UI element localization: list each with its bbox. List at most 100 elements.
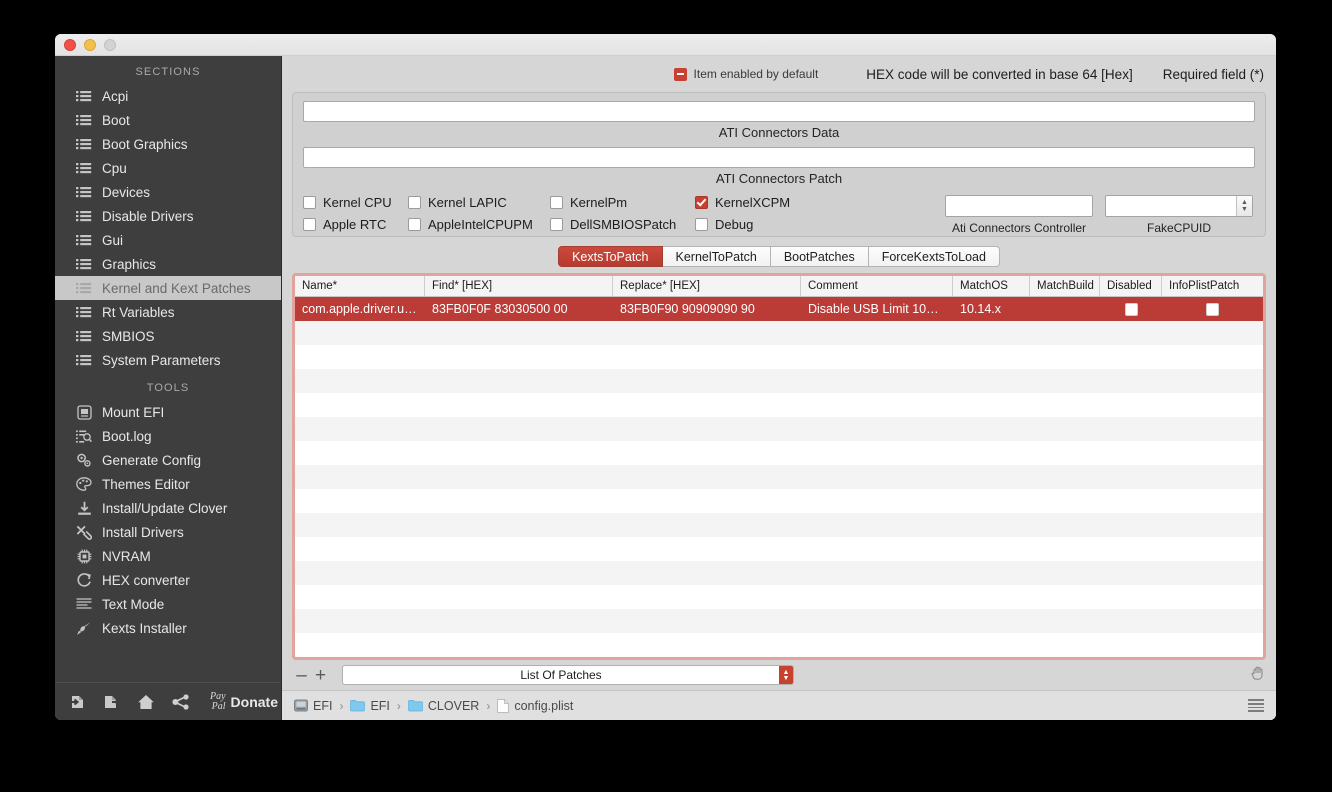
donate-button[interactable]: Pay Pal Donate [210,692,278,712]
checkbox-unchecked-icon[interactable] [695,218,708,231]
list-of-patches-stepper[interactable]: ▲▼ [779,666,793,684]
list-of-patches-select[interactable]: List Of Patches ▲▼ [342,665,794,685]
checkbox-dellsmbiospatch[interactable]: DellSMBIOSPatch [550,217,695,232]
sidebar-item-boot[interactable]: Boot [55,108,281,132]
tools-item-install-update-clover[interactable]: Install/Update Clover [55,496,281,520]
sidebar-item-acpi[interactable]: Acpi [55,84,281,108]
tab-bootpatches[interactable]: BootPatches [771,246,869,267]
tools-item-kexts-installer[interactable]: Kexts Installer [55,616,281,640]
tools-item-text-mode[interactable]: Text Mode [55,592,281,616]
tab-kextstopatch[interactable]: KextsToPatch [558,246,662,267]
column-header-name-[interactable]: Name* [295,276,425,296]
sidebar-item-kernel-and-kext-patches[interactable]: Kernel and Kext Patches [55,276,281,300]
remove-row-button[interactable]: – [292,666,311,685]
breadcrumb-item-clover[interactable]: CLOVER [408,699,479,713]
log-search-icon [75,429,93,443]
checkbox-unchecked-icon[interactable] [408,218,421,231]
column-header-infoplistpatch[interactable]: InfoPlistPatch [1162,276,1263,296]
row-checkbox-infoplistpatch[interactable] [1206,303,1219,316]
breadcrumb-item-config-plist[interactable]: config.plist [497,699,573,713]
export-icon[interactable] [103,694,120,710]
share-icon[interactable] [172,694,190,710]
home-icon[interactable] [137,694,155,710]
checkbox-unchecked-icon[interactable] [550,218,563,231]
checkbox-kernel-lapic[interactable]: Kernel LAPIC [408,195,550,210]
sidebar-item-boot-graphics[interactable]: Boot Graphics [55,132,281,156]
checkbox-label: KernelPm [570,195,627,210]
checkbox-kernel-cpu[interactable]: Kernel CPU [303,195,408,210]
column-header-replace-hex-[interactable]: Replace* [HEX] [613,276,801,296]
zoom-button[interactable] [104,39,116,51]
list-icon [75,209,93,223]
checkbox-unchecked-icon[interactable] [303,218,316,231]
column-header-matchbuild[interactable]: MatchBuild [1030,276,1100,296]
grab-hand-icon[interactable] [1250,665,1266,685]
sidebar-item-gui[interactable]: Gui [55,228,281,252]
table-row-empty[interactable] [295,369,1263,393]
list-icon [75,257,93,271]
add-row-button[interactable]: + [311,666,330,685]
checkbox-unchecked-icon[interactable] [550,196,563,209]
sidebar-item-disable-drivers[interactable]: Disable Drivers [55,204,281,228]
hamburger-icon[interactable] [1248,699,1264,711]
breadcrumb-item-efi[interactable]: EFI [294,699,332,713]
sidebar-item-smbios[interactable]: SMBIOS [55,324,281,348]
table-row-empty[interactable] [295,585,1263,609]
ati-extra-fields: Ati Connectors Controller ▲▼ FakeCPUID [945,195,1255,235]
ati-connectors-controller-input[interactable] [946,196,1092,216]
column-header-matchos[interactable]: MatchOS [953,276,1030,296]
tools-item-hex-converter[interactable]: HEX converter [55,568,281,592]
sidebar-item-label: Cpu [102,161,127,176]
fakecpuid-input[interactable] [1106,196,1236,216]
table-row-empty[interactable] [295,321,1263,345]
table-row[interactable]: com.apple.driver.u…83FB0F0F 83030500 008… [295,297,1263,321]
checkbox-kernelxcpm[interactable]: KernelXCPM [695,195,805,210]
tools-item-install-drivers[interactable]: Install Drivers [55,520,281,544]
table-row-empty[interactable] [295,417,1263,441]
breadcrumb-item-efi[interactable]: EFI [350,699,389,713]
checkbox-unchecked-icon[interactable] [303,196,316,209]
table-row-empty[interactable] [295,441,1263,465]
row-checkbox-disabled[interactable] [1125,303,1138,316]
table-row-empty[interactable] [295,537,1263,561]
checkbox-kernelpm[interactable]: KernelPm [550,195,695,210]
sidebar-item-devices[interactable]: Devices [55,180,281,204]
tools-item-boot-log[interactable]: Boot.log [55,424,281,448]
breadcrumb-label: EFI [313,699,332,713]
ati-connectors-data-label: ATI Connectors Data [303,122,1255,147]
tab-kerneltopatch[interactable]: KernelToPatch [663,246,771,267]
cell-matchos: 10.14.x [953,297,1030,321]
checkbox-checked-icon[interactable] [695,196,708,209]
table-row-empty[interactable] [295,465,1263,489]
table-row-empty[interactable] [295,489,1263,513]
table-row-empty[interactable] [295,561,1263,585]
sidebar-item-graphics[interactable]: Graphics [55,252,281,276]
checkbox-debug[interactable]: Debug [695,217,805,232]
sidebar-item-rt-variables[interactable]: Rt Variables [55,300,281,324]
fakecpuid-field: ▲▼ FakeCPUID [1105,195,1253,235]
fakecpuid-stepper[interactable]: ▲▼ [1236,196,1252,216]
table-row-empty[interactable] [295,609,1263,633]
close-button[interactable] [64,39,76,51]
column-header-comment[interactable]: Comment [801,276,953,296]
checkbox-appleintelcpupm[interactable]: AppleIntelCPUPM [408,217,550,232]
tab-forcekextstoload[interactable]: ForceKextsToLoad [869,246,1000,267]
column-header-find-hex-[interactable]: Find* [HEX] [425,276,613,296]
ati-connectors-data-input[interactable] [303,101,1255,122]
tools-item-themes-editor[interactable]: Themes Editor [55,472,281,496]
minimize-button[interactable] [84,39,96,51]
tools-item-mount-efi[interactable]: Mount EFI [55,400,281,424]
sidebar-item-system-parameters[interactable]: System Parameters [55,348,281,372]
table-row-empty[interactable] [295,513,1263,537]
ati-connectors-patch-input[interactable] [303,147,1255,168]
tools-item-nvram[interactable]: NVRAM [55,544,281,568]
tools-item-generate-config[interactable]: Generate Config [55,448,281,472]
import-icon[interactable] [69,694,86,710]
checkbox-unchecked-icon[interactable] [408,196,421,209]
sidebar-item-cpu[interactable]: Cpu [55,156,281,180]
column-header-disabled[interactable]: Disabled [1100,276,1162,296]
ati-connectors-patch-label: ATI Connectors Patch [303,168,1255,193]
table-row-empty[interactable] [295,393,1263,417]
checkbox-apple-rtc[interactable]: Apple RTC [303,217,408,232]
table-row-empty[interactable] [295,345,1263,369]
